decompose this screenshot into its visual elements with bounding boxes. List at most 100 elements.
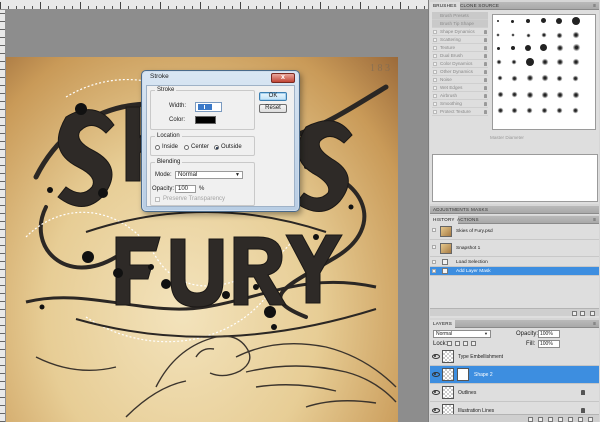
checkbox[interactable]: [433, 102, 437, 106]
brush-tip[interactable]: [497, 107, 504, 114]
width-input[interactable]: [195, 102, 222, 112]
lock-image-icon[interactable]: [455, 341, 460, 346]
checkbox[interactable]: [433, 46, 437, 50]
lock-all-icon[interactable]: [471, 341, 476, 346]
list-item[interactable]: Shape Dynamics: [432, 28, 488, 36]
brush-preset-grid[interactable]: [492, 14, 596, 130]
brush-tip[interactable]: [540, 44, 547, 51]
checkbox[interactable]: [433, 70, 437, 74]
brush-tip[interactable]: [541, 91, 549, 99]
layer-row[interactable]: Shape 2: [430, 366, 599, 384]
camera-icon[interactable]: [580, 311, 585, 316]
opacity-input[interactable]: 100: [175, 185, 196, 193]
mode-select[interactable]: Normal ▼: [175, 171, 243, 179]
eye-icon[interactable]: [432, 353, 440, 359]
stroke-dialog[interactable]: Stroke x Stroke Width: Color: Location I…: [141, 70, 300, 212]
brush-tip[interactable]: [497, 20, 499, 22]
list-item[interactable]: Brush Presets: [432, 12, 488, 20]
panel-menu-icon[interactable]: ≡: [593, 321, 596, 327]
eye-icon[interactable]: [432, 407, 440, 413]
brush-tip[interactable]: [572, 107, 579, 114]
tab-masks[interactable]: MASKS: [468, 206, 491, 214]
brush-tip[interactable]: [511, 33, 515, 37]
brush-tip[interactable]: [556, 32, 563, 39]
list-item[interactable]: Protect Texture: [432, 108, 488, 116]
brush-tip[interactable]: [572, 17, 580, 25]
list-item[interactable]: Wet Edges: [432, 84, 488, 92]
brush-tip[interactable]: [525, 45, 531, 51]
list-item[interactable]: Skies of Fury.psd: [430, 224, 599, 240]
brush-tip[interactable]: [526, 74, 534, 82]
checkbox[interactable]: [433, 78, 437, 82]
tab-layers[interactable]: LAYERS: [430, 320, 455, 328]
history-brush-source[interactable]: [432, 260, 436, 264]
folder-icon[interactable]: [568, 417, 573, 422]
trash-icon[interactable]: [588, 417, 593, 422]
layer-row[interactable]: Outlines: [430, 384, 599, 402]
brush-tip[interactable]: [511, 91, 518, 98]
new-document-icon[interactable]: [572, 311, 577, 316]
brush-tip[interactable]: [511, 75, 518, 82]
brush-tip[interactable]: [556, 91, 564, 99]
list-item[interactable]: Texture: [432, 44, 488, 52]
panel-menu-icon[interactable]: ≡: [593, 3, 596, 9]
lock-transparent-icon[interactable]: [447, 341, 452, 346]
lock-position-icon[interactable]: [463, 341, 468, 346]
brush-tip[interactable]: [541, 74, 549, 82]
brush-tip[interactable]: [526, 107, 533, 114]
history-brush-source[interactable]: [432, 228, 436, 232]
checkbox[interactable]: [433, 110, 437, 114]
brush-tip[interactable]: [511, 107, 518, 114]
eye-icon[interactable]: [432, 371, 440, 377]
brush-tip[interactable]: [511, 20, 514, 23]
layer-opacity-input[interactable]: 100%: [538, 330, 560, 338]
list-item[interactable]: Brush Tip Shape: [432, 20, 488, 28]
brush-tip[interactable]: [497, 75, 503, 81]
tab-actions[interactable]: ACTIONS: [454, 216, 482, 224]
tab-clone-source[interactable]: CLONE SOURCE: [457, 2, 502, 10]
checkbox[interactable]: [433, 86, 437, 90]
checkbox[interactable]: [433, 54, 437, 58]
brush-tip[interactable]: [497, 47, 500, 50]
brush-tip[interactable]: [541, 32, 547, 38]
brush-tip[interactable]: [541, 18, 546, 23]
brush-tip[interactable]: [572, 43, 581, 52]
brush-tip[interactable]: [511, 59, 517, 65]
fill-input[interactable]: 100%: [538, 340, 560, 348]
list-item[interactable]: Scattering: [432, 36, 488, 44]
brush-tip[interactable]: [556, 58, 564, 66]
checkbox[interactable]: [433, 30, 437, 34]
list-item[interactable]: Snapshot 1: [430, 241, 599, 257]
layer-mask-thumbnail[interactable]: [457, 368, 469, 381]
brush-tip[interactable]: [556, 44, 564, 52]
panel-menu-icon[interactable]: ≡: [593, 217, 596, 223]
adjustment-icon[interactable]: [558, 417, 563, 422]
brush-tip[interactable]: [496, 33, 500, 37]
radio-inside[interactable]: [155, 145, 160, 150]
brush-tip[interactable]: [572, 75, 579, 82]
brush-tip[interactable]: [526, 58, 534, 66]
list-item[interactable]: Dual Brush: [432, 52, 488, 60]
brush-tip[interactable]: [541, 107, 548, 114]
preserve-transparency-checkbox[interactable]: [155, 197, 160, 202]
brush-tip[interactable]: [556, 107, 563, 114]
checkbox[interactable]: [433, 94, 437, 98]
radio-center[interactable]: [184, 145, 189, 150]
new-layer-icon[interactable]: [578, 417, 583, 422]
mask-icon[interactable]: [548, 417, 553, 422]
brush-tip[interactable]: [511, 46, 515, 50]
brush-tip[interactable]: [556, 75, 563, 82]
link-icon[interactable]: [528, 417, 533, 422]
list-item[interactable]: Load Selection: [430, 258, 599, 267]
ok-button[interactable]: OK: [259, 92, 287, 101]
history-brush-source[interactable]: [432, 269, 436, 273]
brush-tip[interactable]: [526, 33, 531, 38]
list-item[interactable]: Noise: [432, 76, 488, 84]
list-item[interactable]: Add Layer Mask: [430, 267, 599, 276]
brush-tip[interactable]: [556, 18, 562, 24]
brush-tip[interactable]: [526, 19, 530, 23]
brush-tip[interactable]: [541, 58, 549, 66]
eye-icon[interactable]: [432, 389, 440, 395]
color-swatch[interactable]: [195, 116, 216, 124]
tab-adjustments[interactable]: ADJUSTMENTS: [430, 206, 472, 214]
